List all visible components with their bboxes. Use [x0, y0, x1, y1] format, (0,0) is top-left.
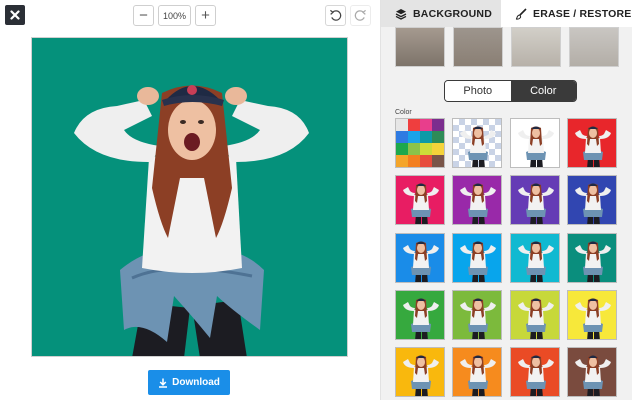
thumbnail-subject — [518, 126, 554, 167]
thumbnail-subject — [403, 355, 439, 396]
palette-grid — [396, 119, 444, 167]
color-section-label: Color — [395, 109, 412, 116]
custom-color-palette-button[interactable] — [395, 118, 445, 168]
thumbnail-subject — [460, 183, 496, 224]
zoom-out-button[interactable]: − — [133, 5, 154, 26]
palette-cell — [420, 131, 432, 143]
palette-cell — [432, 155, 444, 167]
photo-mode-button[interactable]: Photo — [445, 81, 511, 101]
color-swatch[interactable] — [567, 118, 617, 168]
photo-background-thumb[interactable] — [395, 27, 445, 67]
palette-cell — [420, 119, 432, 131]
tab-background[interactable]: BACKGROUND — [381, 0, 501, 27]
color-swatch[interactable] — [510, 347, 560, 397]
tab-background-label: BACKGROUND — [413, 7, 492, 20]
color-swatch[interactable] — [510, 233, 560, 283]
thumbnail-subject — [460, 241, 496, 282]
thumbnail-subject — [575, 241, 611, 282]
palette-cell — [396, 119, 408, 131]
color-swatch[interactable] — [395, 233, 445, 283]
thumbnail-subject — [575, 298, 611, 339]
download-button[interactable]: Download — [148, 370, 230, 395]
photo-background-thumb[interactable] — [569, 27, 619, 67]
palette-cell — [420, 143, 432, 155]
color-swatch[interactable] — [567, 175, 617, 225]
subject-cutout-image — [74, 85, 309, 356]
palette-cell — [396, 143, 408, 155]
color-swatch[interactable] — [452, 347, 502, 397]
palette-cell — [408, 131, 420, 143]
download-label: Download — [172, 377, 220, 388]
history-controls — [325, 5, 371, 26]
download-icon — [159, 378, 168, 388]
layers-icon — [395, 8, 407, 20]
color-swatch[interactable] — [395, 175, 445, 225]
color-swatch[interactable] — [395, 290, 445, 340]
palette-cell — [408, 143, 420, 155]
color-swatch[interactable] — [567, 233, 617, 283]
palette-cell — [396, 131, 408, 143]
color-swatch[interactable] — [452, 290, 502, 340]
color-swatch[interactable] — [510, 175, 560, 225]
panel-tabs: BACKGROUND ERASE / RESTORE — [381, 0, 632, 27]
thumbnail-subject — [460, 298, 496, 339]
undo-button[interactable] — [325, 5, 346, 26]
color-swatch[interactable] — [567, 347, 617, 397]
background-mode-toggle: Photo Color — [444, 80, 577, 102]
brush-icon — [515, 7, 527, 20]
thumbnail-subject — [460, 126, 496, 167]
color-mode-button[interactable]: Color — [510, 81, 576, 101]
tab-erase-restore-label: ERASE / RESTORE — [533, 7, 632, 20]
close-button[interactable] — [5, 5, 25, 25]
redo-button[interactable] — [350, 5, 371, 26]
redo-icon — [354, 9, 366, 21]
thumbnail-subject — [518, 355, 554, 396]
tab-erase-restore[interactable]: ERASE / RESTORE — [501, 0, 632, 27]
photo-background-thumb[interactable] — [511, 27, 561, 67]
zoom-controls: − 100% + — [133, 5, 216, 26]
editor-area: − 100% + Download — [0, 0, 380, 400]
thumbnail-subject — [575, 183, 611, 224]
palette-cell — [432, 119, 444, 131]
thumbnail-subject — [403, 183, 439, 224]
color-swatch[interactable] — [452, 233, 502, 283]
color-swatch[interactable] — [510, 118, 560, 168]
thumbnail-subject — [575, 126, 611, 167]
color-swatch[interactable] — [452, 175, 502, 225]
close-icon — [10, 10, 20, 20]
color-swatch[interactable] — [510, 290, 560, 340]
photo-background-thumb[interactable] — [453, 27, 503, 67]
color-swatch[interactable] — [395, 347, 445, 397]
color-swatch[interactable] — [567, 290, 617, 340]
zoom-level: 100% — [158, 5, 191, 26]
zoom-in-button[interactable]: + — [195, 5, 216, 26]
thumbnail-subject — [403, 298, 439, 339]
palette-cell — [408, 119, 420, 131]
thumbnail-subject — [518, 298, 554, 339]
image-canvas[interactable] — [31, 37, 348, 357]
thumbnail-subject — [518, 183, 554, 224]
palette-cell — [432, 131, 444, 143]
palette-cell — [408, 155, 420, 167]
swatch-transparent[interactable] — [452, 118, 502, 168]
palette-cell — [420, 155, 432, 167]
undo-icon — [330, 9, 342, 21]
photo-background-strip — [395, 27, 619, 67]
thumbnail-subject — [575, 355, 611, 396]
thumbnail-subject — [403, 241, 439, 282]
thumbnail-subject — [460, 355, 496, 396]
palette-cell — [396, 155, 408, 167]
thumbnail-subject — [518, 241, 554, 282]
palette-cell — [432, 143, 444, 155]
